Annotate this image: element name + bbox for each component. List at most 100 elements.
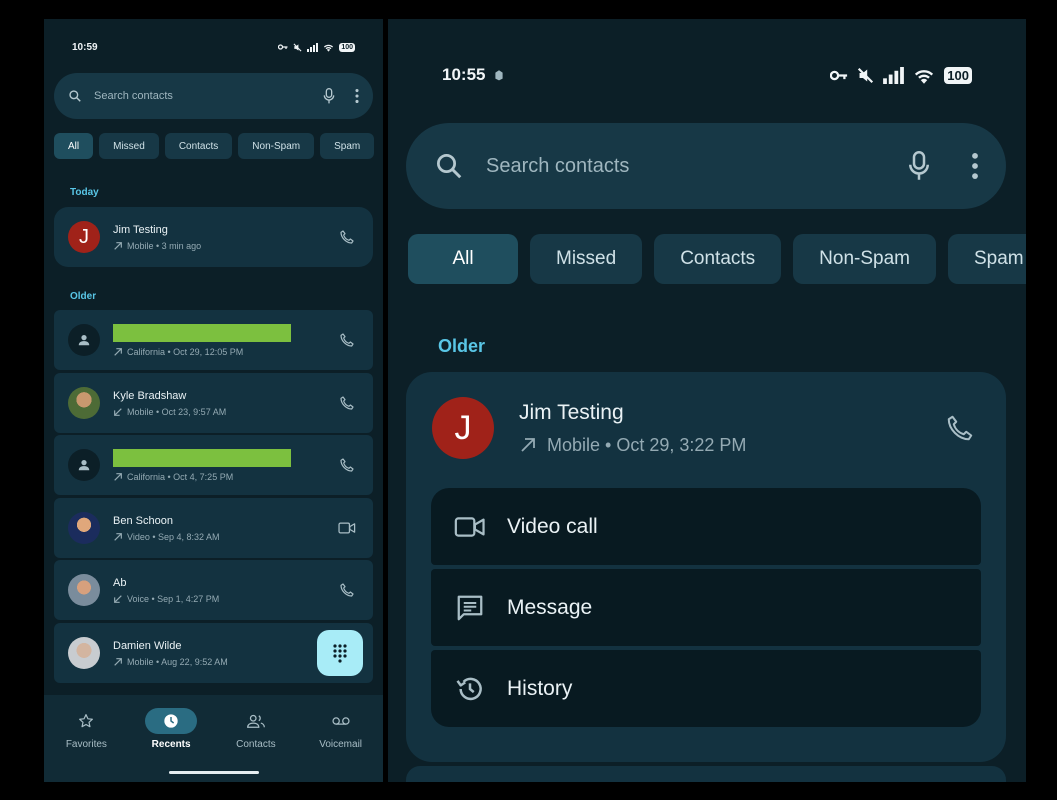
more-options-icon[interactable]: [972, 153, 978, 179]
mic-icon[interactable]: [323, 88, 335, 104]
nav-contacts[interactable]: Contacts: [214, 695, 299, 782]
outgoing-arrow-icon: [521, 438, 535, 452]
avatar: [68, 324, 100, 356]
home-indicator: [169, 771, 259, 774]
history-button[interactable]: History: [431, 650, 981, 727]
bottom-navigation: Favorites Recents Contacts Voicemail: [44, 695, 383, 782]
video-call-button[interactable]: [335, 516, 359, 540]
mute-icon: [858, 67, 874, 83]
avatar: [68, 512, 100, 544]
call-meta: Mobile • 3 min ago: [127, 240, 202, 251]
chip-spam[interactable]: Spam: [948, 234, 1026, 284]
avatar: J: [432, 397, 494, 459]
dialpad-fab[interactable]: [317, 630, 363, 676]
vpn-key-icon: [278, 44, 288, 50]
phone-icon: [340, 333, 354, 347]
wifi-icon: [324, 44, 334, 52]
vpn-key-icon: [830, 70, 848, 80]
chip-missed[interactable]: Missed: [99, 133, 159, 159]
nav-voicemail[interactable]: Voicemail: [298, 695, 383, 782]
person-icon: [78, 335, 90, 346]
contact-name: Jim Testing: [113, 223, 168, 236]
nav-recents[interactable]: Recents: [129, 695, 214, 782]
call-button[interactable]: [940, 408, 980, 448]
expanded-call-card: J Jim Testing Mobile • Oct 29, 3:22 PM V…: [406, 372, 1006, 762]
search-bar[interactable]: Search contacts: [54, 73, 373, 119]
status-bar: 10:55 100: [388, 61, 1026, 89]
redacted-name: [113, 323, 291, 342]
person-icon: [78, 460, 90, 471]
call-row[interactable]: [406, 766, 1006, 782]
battery-indicator: 100: [944, 66, 972, 84]
more-options-icon[interactable]: [355, 89, 359, 103]
avatar: [68, 574, 100, 606]
contact-name: Jim Testing: [519, 400, 624, 424]
notification-icon: [495, 70, 504, 81]
chip-all[interactable]: All: [408, 234, 518, 284]
clock-icon: [164, 714, 178, 728]
chip-missed[interactable]: Missed: [530, 234, 643, 284]
avatar: [68, 637, 100, 669]
search-input[interactable]: Search contacts: [94, 90, 323, 102]
outgoing-arrow-icon: [114, 532, 122, 541]
call-row[interactable]: Kyle Bradshaw Mobile • Oct 23, 9:57 AM: [54, 373, 373, 433]
dialpad-icon: [333, 644, 347, 663]
message-icon: [457, 595, 483, 620]
call-meta: California • Oct 29, 12:05 PM: [127, 346, 244, 357]
call-row[interactable]: Ab Voice • Sep 1, 4:27 PM: [54, 560, 373, 620]
recents-screen: 10:59 100 Search contacts All Missed Con…: [44, 19, 383, 782]
mic-icon[interactable]: [908, 151, 930, 181]
avatar: J: [68, 221, 100, 253]
chip-non-spam[interactable]: Non-Spam: [238, 133, 315, 159]
voicemail-icon: [332, 717, 350, 725]
section-label-older: Older: [438, 336, 486, 356]
outgoing-arrow-icon: [114, 347, 122, 356]
video-camera-icon: [338, 522, 356, 534]
phone-icon: [947, 415, 973, 441]
signal-icon: [883, 66, 905, 84]
chip-contacts[interactable]: Contacts: [654, 234, 782, 284]
star-icon: [79, 714, 94, 728]
section-label-older: Older: [70, 291, 97, 302]
outgoing-arrow-icon: [114, 657, 122, 666]
call-button[interactable]: [335, 391, 359, 415]
section-label-today: Today: [70, 187, 99, 198]
chip-spam[interactable]: Spam: [320, 133, 375, 159]
search-bar[interactable]: Search contacts: [406, 123, 1006, 209]
phone-icon: [340, 230, 354, 244]
avatar: [68, 387, 100, 419]
search-icon: [434, 151, 464, 181]
nav-favorites[interactable]: Favorites: [44, 695, 129, 782]
search-icon: [68, 89, 82, 103]
video-camera-icon: [454, 516, 485, 537]
people-icon: [246, 714, 265, 728]
filter-chips: All Missed Contacts Non-Spam Spam: [408, 234, 1026, 284]
search-input[interactable]: Search contacts: [486, 155, 908, 178]
incoming-arrow-icon: [114, 407, 122, 416]
call-meta: Mobile • Oct 29, 3:22 PM: [547, 434, 747, 455]
redacted-name: [113, 448, 291, 467]
call-meta: Mobile • Oct 23, 9:57 AM: [127, 406, 227, 417]
call-row[interactable]: J Jim Testing Mobile • Oct 29, 3:22 PM: [432, 397, 980, 459]
call-meta: Voice • Sep 1, 4:27 PM: [127, 593, 220, 604]
call-row[interactable]: J Jim Testing Mobile • 3 min ago: [54, 207, 373, 267]
incoming-arrow-icon: [114, 594, 122, 603]
chip-non-spam[interactable]: Non-Spam: [793, 234, 936, 284]
chip-contacts[interactable]: Contacts: [164, 133, 233, 159]
call-button[interactable]: [335, 225, 359, 249]
call-row[interactable]: California • Oct 4, 7:25 PM: [54, 435, 373, 495]
call-row[interactable]: California • Oct 29, 12:05 PM: [54, 310, 373, 370]
phone-icon: [340, 583, 354, 597]
filter-chips: All Missed Contacts Non-Spam Spam: [54, 133, 375, 159]
call-button[interactable]: [335, 578, 359, 602]
call-button[interactable]: [335, 453, 359, 477]
video-call-label: Video call: [507, 514, 598, 538]
status-bar: 10:59 100: [44, 39, 383, 55]
message-button[interactable]: Message: [431, 569, 981, 646]
call-button[interactable]: [335, 328, 359, 352]
call-meta: California • Oct 4, 7:25 PM: [127, 471, 234, 482]
video-call-button[interactable]: Video call: [431, 488, 981, 565]
chip-all[interactable]: All: [54, 133, 94, 159]
wifi-icon: [915, 69, 934, 84]
call-row[interactable]: Ben Schoon Video • Sep 4, 8:32 AM: [54, 498, 373, 558]
